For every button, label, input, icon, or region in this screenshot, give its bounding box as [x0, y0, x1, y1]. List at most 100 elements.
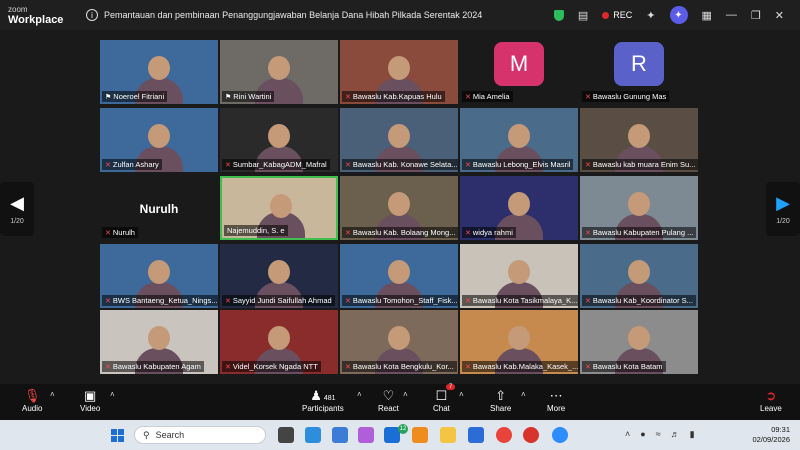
chat-label: Chat: [433, 404, 450, 413]
page-indicator-left: 1/20: [10, 218, 24, 225]
search-placeholder: Search: [155, 430, 185, 440]
react-caret-icon[interactable]: ˄: [403, 390, 408, 399]
wifi-icon[interactable]: ≈: [656, 429, 661, 440]
share-button[interactable]: ⇧ Share: [490, 388, 511, 413]
audio-button[interactable]: 🎙 Audio: [22, 388, 42, 413]
mic-muted-icon: ✕: [105, 363, 111, 371]
participants-caret-icon[interactable]: ˄: [357, 390, 362, 399]
chat-caret-icon[interactable]: ˄: [459, 390, 464, 399]
nameplate: ✕ Bawaslu Kab. Bolaang Mong...: [342, 227, 458, 238]
chevron-up-icon[interactable]: ˄: [625, 429, 630, 440]
copilot-icon[interactable]: [358, 427, 374, 443]
nameplate: ✕ widya rahmi: [462, 227, 516, 238]
next-page-button[interactable]: ▶ 1/20: [766, 182, 800, 236]
participants-button[interactable]: ♟ 481 Participants: [302, 388, 344, 413]
participant-tile[interactable]: ✕ Videl_Korsek Ngada NTT: [220, 310, 338, 374]
wand-icon[interactable]: ✦: [646, 9, 655, 22]
participant-tile[interactable]: ⚑ Noeroel Fitriani: [100, 40, 218, 104]
taskbar-search[interactable]: ⚲ Search: [134, 426, 266, 444]
participant-tile[interactable]: ✕ Bawaslu Kab. Konawe Selata...: [340, 108, 458, 172]
participant-tile[interactable]: ✕ Bawaslu kab muara Enim Su...: [580, 108, 698, 172]
participant-tile[interactable]: Nurulh ✕ Nurulh: [100, 176, 218, 240]
video-button[interactable]: ▣ Video: [80, 388, 100, 413]
chrome-icon[interactable]: [496, 427, 512, 443]
participant-name: Bawaslu Kota Bengkulu_Kor...: [352, 362, 454, 371]
participant-tile[interactable]: ✕ widya rahmi: [460, 176, 578, 240]
participant-tile[interactable]: ✕ Bawaslu Kab_Koordinator S...: [580, 244, 698, 308]
task-view-icon[interactable]: [278, 427, 294, 443]
participant-name: Bawaslu Kab_Koordinator S...: [592, 296, 693, 305]
ai-companion-icon[interactable]: ✦: [669, 6, 688, 24]
heart-icon: ♡: [382, 388, 395, 403]
participant-name: BWS Bantaeng_Ketua_Nings...: [112, 296, 218, 305]
zoom-app-icon[interactable]: [552, 427, 568, 443]
mic-muted-icon: ✕: [465, 229, 471, 237]
windows-taskbar: ⚲ Search 12 ˄ ● ≈ ♬ ▮ 09:31 02/09/2026: [0, 420, 800, 450]
clipboard-icon[interactable]: ▤: [578, 9, 588, 22]
participant-tile[interactable]: ✕ Bawaslu Kab.Kapuas Hulu: [340, 40, 458, 104]
person-head: [628, 326, 650, 350]
participant-tile[interactable]: ✕ Bawaslu Lebong_Elvis Masril: [460, 108, 578, 172]
participant-tile[interactable]: Najemuddin, S. e: [220, 176, 338, 240]
participant-tile[interactable]: ✕ Sumbar_KabagADM_Mafral: [220, 108, 338, 172]
whatsapp-badge: 12: [398, 424, 408, 434]
word-icon[interactable]: [468, 427, 484, 443]
battery-icon[interactable]: ▮: [690, 429, 695, 440]
participant-name: Bawaslu Lebong_Elvis Masril: [472, 160, 571, 169]
participant-tile[interactable]: ✕ Bawaslu Kabupaten Pulang ...: [580, 176, 698, 240]
close-icon[interactable]: ✕: [775, 9, 784, 22]
chat-icon: ☐ 7: [436, 384, 456, 404]
leave-button[interactable]: ➲ Leave: [760, 388, 782, 413]
tray-app-icon[interactable]: ●: [640, 429, 645, 440]
participant-tile[interactable]: ⚑ Rini Wartini: [220, 40, 338, 104]
nameplate: ✕ Bawaslu Kota Batam: [582, 361, 666, 372]
participant-name: Mia Amelia: [472, 92, 510, 101]
grid-view-icon[interactable]: ▦: [702, 9, 712, 22]
restore-icon[interactable]: ❐: [751, 9, 761, 22]
windows-start-icon[interactable]: [111, 429, 124, 442]
participant-tile[interactable]: ✕ Bawaslu Kabupaten Agam: [100, 310, 218, 374]
participant-tile[interactable]: ✕ Bawaslu Kota Tasikmalaya_K...: [460, 244, 578, 308]
store-icon[interactable]: [332, 427, 348, 443]
prev-page-button[interactable]: ◀ 1/20: [0, 182, 34, 236]
participant-tile[interactable]: ✕ Sayyid Jundi Saifullah Ahmad: [220, 244, 338, 308]
more-button[interactable]: ⋯ More: [547, 388, 565, 413]
person-head: [388, 326, 410, 350]
participant-tile[interactable]: ✕ Zulfan Ashary: [100, 108, 218, 172]
person-head: [270, 194, 292, 218]
participant-name: Bawaslu Kota Tasikmalaya_K...: [472, 296, 578, 305]
recording-indicator[interactable]: REC: [602, 10, 632, 20]
chrome-profile-icon[interactable]: [523, 427, 539, 443]
vlc-icon[interactable]: [412, 427, 428, 443]
pin-icon: ⚑: [105, 93, 112, 101]
participant-tile[interactable]: ✕ Bawaslu Tomohon_Staff_Fisk...: [340, 244, 458, 308]
nameplate: ✕ Zulfan Ashary: [102, 159, 162, 170]
info-icon[interactable]: i: [86, 9, 98, 21]
clock[interactable]: 09:31 02/09/2026: [752, 425, 790, 445]
participant-tile[interactable]: ✕ Bawaslu Kota Bengkulu_Kor...: [340, 310, 458, 374]
react-button[interactable]: ♡ React: [378, 388, 399, 413]
participant-tile[interactable]: ✕ BWS Bantaeng_Ketua_Nings...: [100, 244, 218, 308]
share-caret-icon[interactable]: ˄: [521, 390, 526, 399]
person-head: [388, 260, 410, 284]
mic-muted-icon: ✕: [105, 161, 111, 169]
mic-muted-icon: ✕: [465, 363, 471, 371]
person-head: [268, 326, 290, 350]
shield-icon[interactable]: [553, 9, 564, 21]
audio-caret-icon[interactable]: ˄: [50, 390, 55, 399]
participant-name: Rini Wartini: [233, 92, 272, 101]
video-caret-icon[interactable]: ˄: [110, 390, 115, 399]
nameplate: ✕ Bawaslu Kab. Konawe Selata...: [342, 159, 458, 170]
edge-icon[interactable]: [305, 427, 321, 443]
chat-button[interactable]: ☐ 7 Chat: [433, 384, 456, 413]
chat-badge: 7: [445, 384, 456, 390]
participant-tile[interactable]: M ✕ Mia Amelia: [460, 40, 578, 104]
volume-icon[interactable]: ♬: [671, 429, 680, 440]
participant-tile[interactable]: R ✕ Bawaslu Gunung Mas: [580, 40, 698, 104]
nameplate: ✕ Bawaslu Kabupaten Pulang ...: [582, 227, 697, 238]
minimize-icon[interactable]: —: [726, 9, 737, 21]
participant-tile[interactable]: ✕ Bawaslu Kab. Bolaang Mong...: [340, 176, 458, 240]
participant-tile[interactable]: ✕ Bawaslu Kota Batam: [580, 310, 698, 374]
file-explorer-icon[interactable]: [440, 427, 456, 443]
participant-tile[interactable]: ✕ Bawaslu Kab.Malaka_Kasek_...: [460, 310, 578, 374]
